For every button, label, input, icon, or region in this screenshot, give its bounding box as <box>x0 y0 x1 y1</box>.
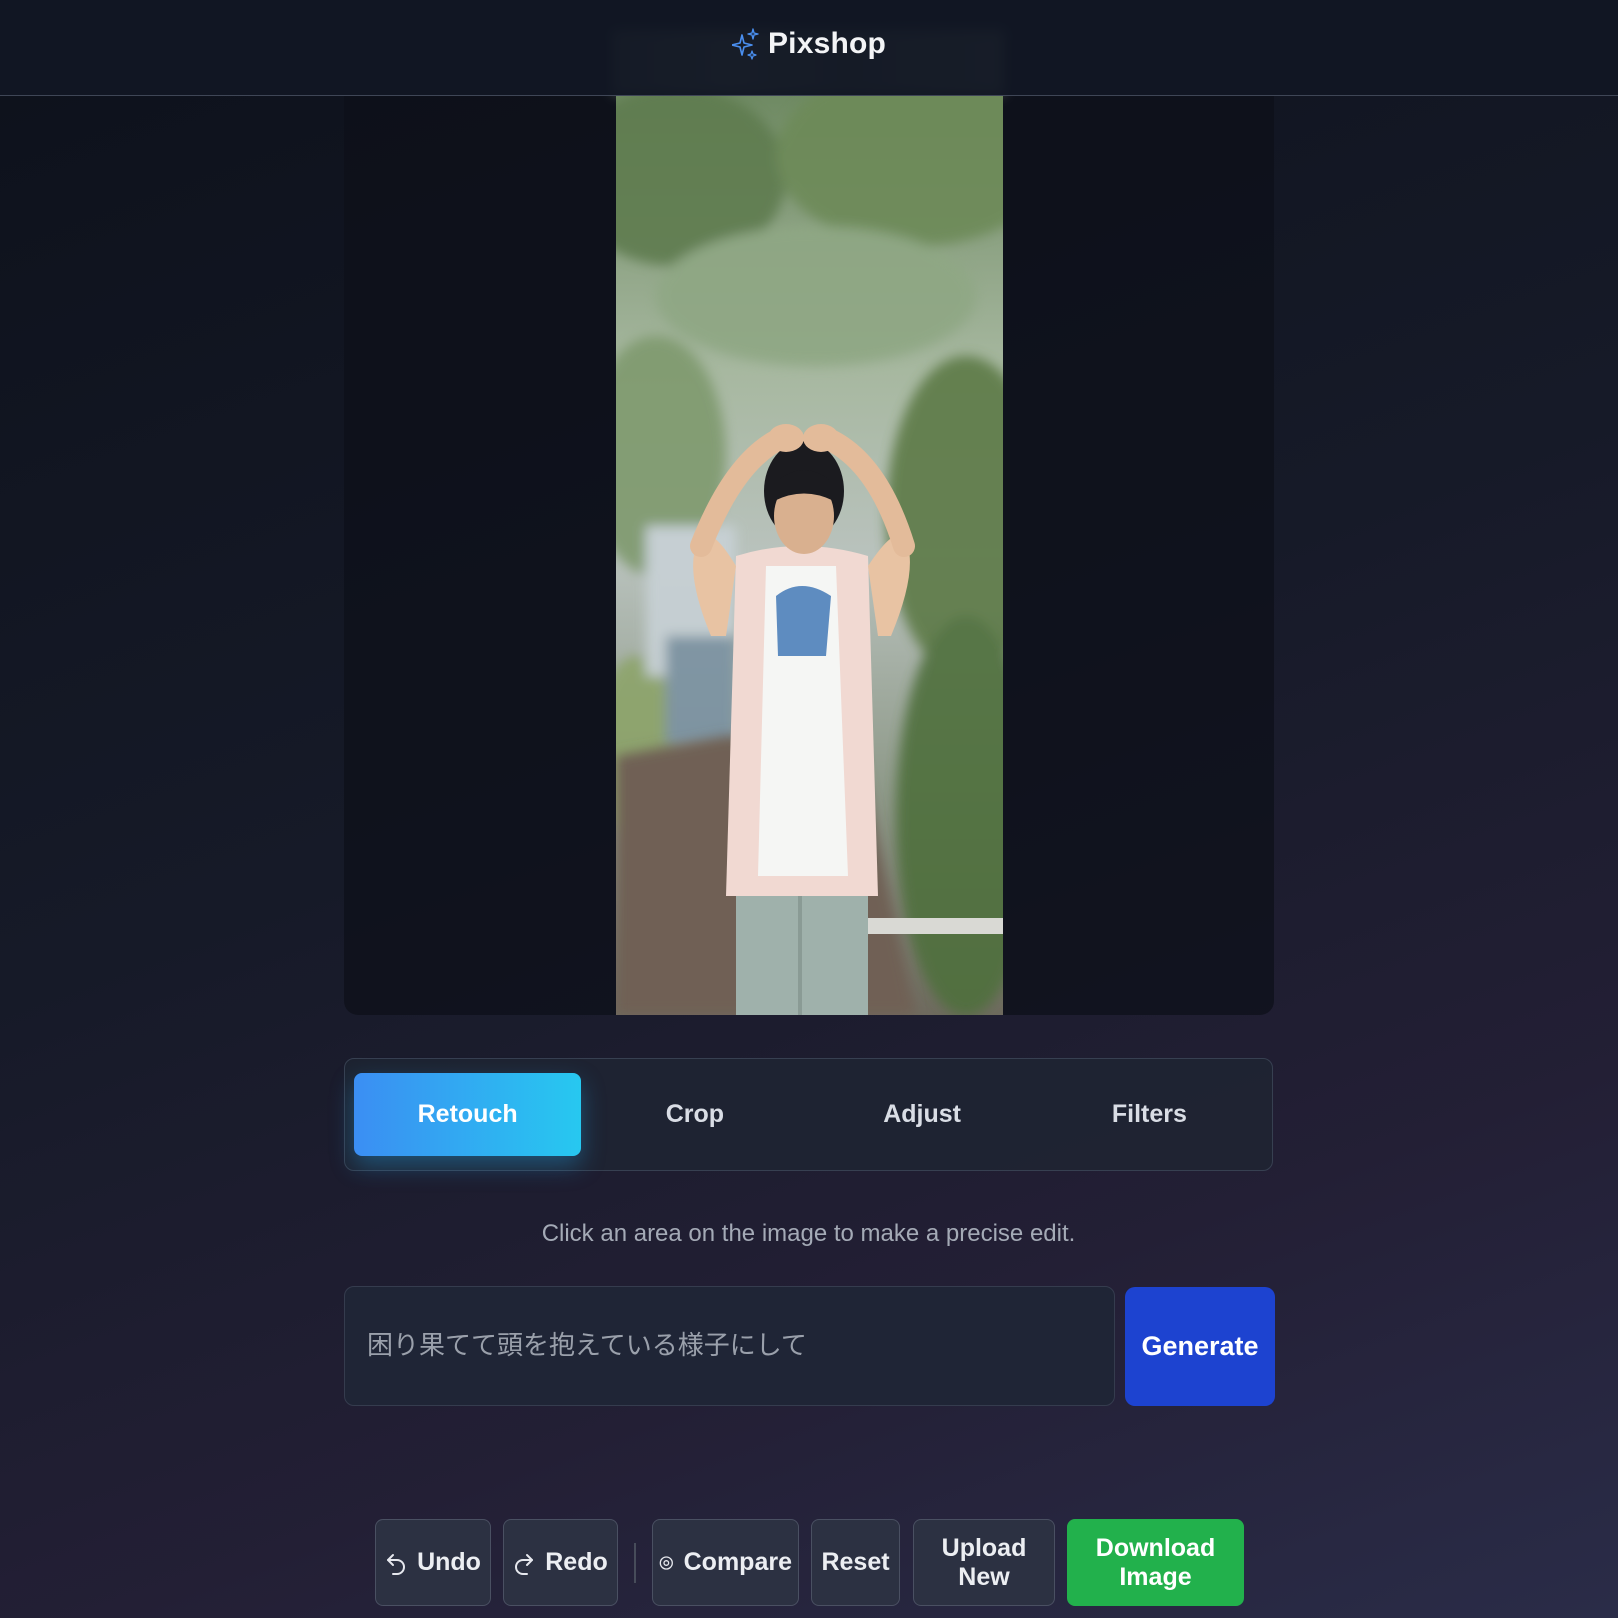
tab-adjust[interactable]: Adjust <box>809 1073 1036 1156</box>
generate-button[interactable]: Generate <box>1125 1287 1275 1406</box>
brand: Pixshop <box>0 22 1618 66</box>
edit-prompt-input[interactable] <box>344 1286 1115 1406</box>
app-header: Pixshop <box>0 0 1618 96</box>
app-title: Pixshop <box>767 27 887 60</box>
reset-button[interactable]: Reset <box>811 1519 900 1606</box>
action-divider <box>634 1543 636 1583</box>
edited-photo[interactable] <box>616 96 1003 1015</box>
compare-button[interactable]: Compare <box>652 1519 799 1606</box>
retouch-hint: Click an area on the image to make a pre… <box>541 1220 1076 1247</box>
redo-icon <box>515 1553 534 1575</box>
tab-crop[interactable]: Crop <box>581 1073 808 1156</box>
undo-label: Undo <box>417 1548 481 1576</box>
compare-label: Compare <box>683 1548 792 1576</box>
download-image-button[interactable]: Download Image <box>1067 1519 1244 1606</box>
undo-icon <box>387 1553 406 1575</box>
action-bar: Undo Redo Compare Reset Upload New Downl… <box>0 1519 1618 1607</box>
sparkles-icon <box>731 28 759 60</box>
undo-button[interactable]: Undo <box>375 1519 491 1606</box>
redo-label: Redo <box>545 1548 608 1576</box>
tool-tabs: Retouch Crop Adjust Filters <box>344 1058 1273 1171</box>
upload-new-button[interactable]: Upload New <box>913 1519 1055 1606</box>
photo-illustration <box>616 96 1003 1015</box>
tab-retouch[interactable]: Retouch <box>354 1073 582 1156</box>
tab-filters[interactable]: Filters <box>1036 1073 1263 1156</box>
eye-icon <box>659 1555 673 1570</box>
redo-button[interactable]: Redo <box>503 1519 618 1606</box>
